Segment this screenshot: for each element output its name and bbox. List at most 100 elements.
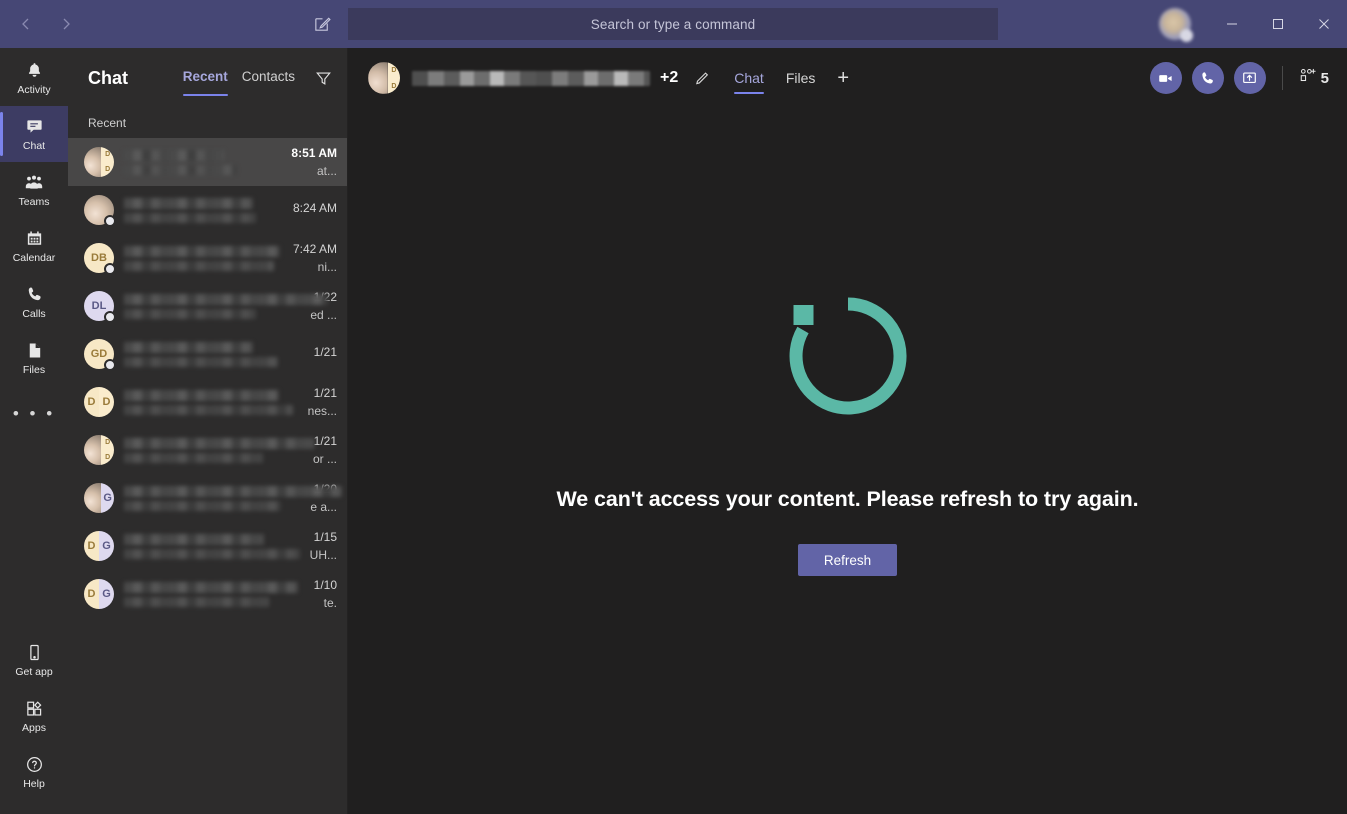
add-people-button[interactable]: 5 bbox=[1299, 67, 1329, 89]
chat-item-meta: 7:42 AM ni... bbox=[287, 242, 337, 274]
tab-chat[interactable]: Chat bbox=[734, 48, 764, 108]
sidebar-item-label: Chat bbox=[22, 139, 46, 152]
chat-item-preview-redacted bbox=[124, 212, 256, 223]
bell-icon bbox=[25, 61, 44, 81]
back-button[interactable] bbox=[10, 8, 42, 40]
minimize-button[interactable] bbox=[1209, 0, 1255, 48]
avatar: GD bbox=[84, 339, 116, 371]
sidebar-item-calls[interactable]: Calls bbox=[0, 274, 68, 330]
chat-list-item[interactable]: D D 8:51 AM at... bbox=[68, 138, 347, 186]
add-tab-button[interactable]: + bbox=[837, 48, 849, 108]
apps-grid-icon bbox=[25, 699, 44, 719]
sidebar-item-files[interactable]: Files bbox=[0, 330, 68, 386]
chat-item-meta: 1/21 nes... bbox=[302, 386, 337, 418]
presence-indicator bbox=[104, 311, 116, 323]
chat-item-snippet: nes... bbox=[307, 404, 337, 418]
chat-item-name-redacted bbox=[124, 485, 343, 497]
sidebar-item-label: Calls bbox=[22, 307, 46, 320]
refresh-circular-arrow-icon bbox=[778, 286, 918, 431]
sidebar-item-chat[interactable]: Chat bbox=[0, 106, 68, 162]
avatar: DG bbox=[84, 579, 114, 609]
chat-item-timestamp: 1/10 bbox=[313, 578, 337, 592]
main-content-panel: D D +2 Chat Files + 5 We can't access yo… bbox=[348, 48, 1347, 814]
chat-item-timestamp: 1/21 bbox=[313, 345, 337, 359]
chat-list-item[interactable]: 8:24 AM bbox=[68, 186, 347, 234]
calendar-icon bbox=[25, 229, 44, 249]
chat-item-timestamp: 7:42 AM bbox=[292, 242, 337, 256]
chat-item-name-redacted bbox=[124, 149, 225, 161]
chat-item-text bbox=[124, 245, 287, 271]
sidebar-item-label: Apps bbox=[22, 721, 46, 734]
chat-item-snippet: UH... bbox=[309, 548, 337, 562]
tab-files[interactable]: Files bbox=[786, 48, 816, 108]
sidebar-item-apps[interactable]: Apps bbox=[0, 688, 68, 744]
chat-list-item[interactable]: D D 1/21 or ... bbox=[68, 426, 347, 474]
chat-item-timestamp: 1/21 bbox=[313, 386, 337, 400]
chat-item-timestamp: 1/15 bbox=[313, 530, 337, 544]
chat-item-name-redacted bbox=[124, 533, 265, 545]
sidebar-more-button[interactable]: • • • bbox=[0, 386, 68, 442]
avatar: DG bbox=[84, 531, 114, 561]
chat-list-item[interactable]: D G 1/15 UH... bbox=[68, 522, 347, 570]
avatar: DD bbox=[84, 435, 114, 465]
close-button[interactable] bbox=[1301, 0, 1347, 48]
sidebar-item-calendar[interactable]: Calendar bbox=[0, 218, 68, 274]
avatar: DB bbox=[84, 243, 116, 275]
conversation-title-redacted bbox=[412, 70, 650, 86]
phone-icon bbox=[25, 285, 44, 305]
chat-list-item[interactable]: G1/20e a... bbox=[68, 474, 347, 522]
compose-new-chat-icon[interactable] bbox=[308, 10, 336, 38]
sidebar-item-teams[interactable]: Teams bbox=[0, 162, 68, 218]
avatar bbox=[84, 195, 116, 227]
chat-item-meta: 1/21 bbox=[308, 345, 337, 363]
forward-button[interactable] bbox=[50, 8, 82, 40]
tab-recent[interactable]: Recent bbox=[182, 69, 228, 96]
chat-list-item[interactable]: D D 1/21 nes... bbox=[68, 378, 347, 426]
refresh-button[interactable]: Refresh bbox=[797, 544, 898, 576]
window-controls-group bbox=[1159, 0, 1347, 48]
chat-item-timestamp: 8:51 AM bbox=[291, 146, 337, 160]
more-dots-icon: • • • bbox=[12, 404, 56, 423]
tab-contacts[interactable]: Contacts bbox=[242, 69, 295, 88]
group-avatar: D D bbox=[368, 62, 400, 94]
chat-item-text bbox=[124, 149, 285, 175]
user-avatar[interactable] bbox=[1159, 8, 1193, 42]
teams-window: Search or type a command Activity Chat T… bbox=[0, 0, 1347, 814]
chat-item-text bbox=[124, 485, 343, 511]
chat-item-name-redacted bbox=[124, 197, 253, 209]
chat-list-item[interactable]: DL1/22ed ... bbox=[68, 282, 347, 330]
pencil-edit-icon[interactable] bbox=[692, 68, 712, 88]
error-message: We can't access your content. Please ref… bbox=[556, 487, 1139, 511]
chat-item-name-redacted bbox=[124, 437, 315, 449]
chat-item-meta: 1/10 te. bbox=[308, 578, 337, 610]
chat-item-snippet: ed ... bbox=[310, 308, 337, 322]
sidebar-item-help[interactable]: Help bbox=[0, 744, 68, 800]
chat-item-text bbox=[124, 197, 287, 223]
maximize-button[interactable] bbox=[1255, 0, 1301, 48]
chat-list-item[interactable]: D G 1/10 te. bbox=[68, 570, 347, 618]
header-divider bbox=[1281, 66, 1283, 90]
avatar: DD bbox=[84, 147, 114, 177]
filter-funnel-icon[interactable] bbox=[313, 68, 333, 88]
mobile-phone-icon bbox=[25, 643, 44, 663]
video-call-button[interactable] bbox=[1149, 62, 1182, 94]
extra-members-count: +2 bbox=[660, 69, 679, 86]
chat-item-text bbox=[124, 581, 308, 607]
sidebar-item-activity[interactable]: Activity bbox=[0, 50, 68, 106]
chat-list[interactable]: DD8:51 AMat...8:24 AMDB7:42 AMni...DL1/2… bbox=[68, 138, 347, 814]
chat-list-item[interactable]: GD 1/21 bbox=[68, 330, 347, 378]
chat-item-preview-redacted bbox=[124, 404, 293, 415]
search-bar[interactable]: Search or type a command bbox=[348, 8, 998, 40]
chat-item-preview-redacted bbox=[124, 548, 301, 559]
page-title: Chat bbox=[88, 67, 128, 88]
sidebar-item-label: Get app bbox=[15, 665, 53, 678]
screen-share-button[interactable] bbox=[1233, 62, 1266, 94]
rail-primary-items: Activity Chat Teams Calendar Calls Files… bbox=[0, 48, 68, 442]
sidebar-item-get-app[interactable]: Get app bbox=[0, 632, 68, 688]
avatar: DD bbox=[84, 387, 114, 417]
sidebar-item-label: Teams bbox=[18, 195, 50, 208]
chat-list-item[interactable]: DB 7:42 AM ni... bbox=[68, 234, 347, 282]
chat-item-text bbox=[124, 389, 302, 415]
chat-bubble-icon bbox=[25, 117, 44, 137]
audio-call-button[interactable] bbox=[1191, 62, 1224, 94]
